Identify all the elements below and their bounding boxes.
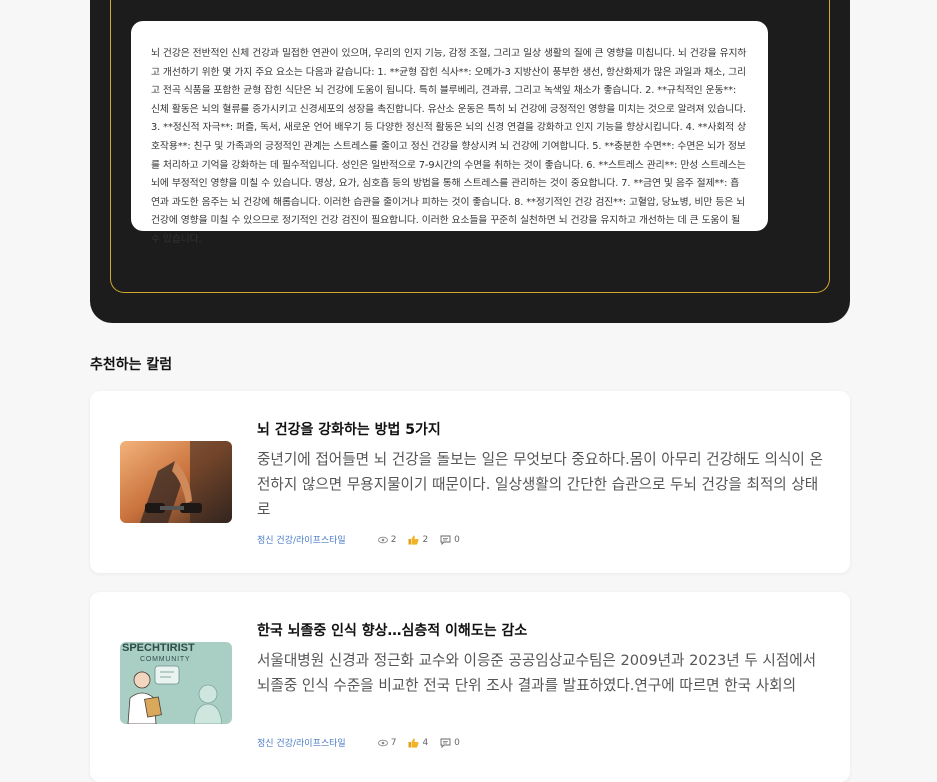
comments-stat[interactable]: 0 (440, 738, 460, 748)
answer-box: 뇌 건강은 전반적인 신체 건강과 밀접한 연관이 있으며, 우리의 인지 기능… (131, 21, 768, 245)
thumb-text-sub: COMMUNITY (140, 656, 190, 663)
thumb-text-title: SPECHTIRIST (122, 642, 195, 654)
category-link[interactable]: 정신 건강/라이프스타일 (257, 533, 346, 546)
column-thumbnail[interactable] (120, 441, 232, 523)
views-stat: 7 (377, 737, 397, 748)
likes-stat[interactable]: 4 (408, 738, 428, 748)
answer-frame: 뇌 건강은 전반적인 신체 건강과 밀접한 연관이 있으며, 우리의 인지 기능… (110, 0, 830, 293)
comments-stat[interactable]: 0 (440, 535, 460, 545)
eye-icon (377, 739, 388, 746)
column-meta: 정신 건강/라이프스타일 7 4 0 (257, 736, 472, 750)
column-description: 서울대병원 신경과 정근화 교수와 이응준 공공임상교수팀은 2009년과 20… (257, 652, 817, 694)
likes-count: 4 (422, 737, 429, 748)
recommended-section-title: 추천하는 칼럼 (90, 357, 173, 373)
comments-count: 0 (454, 534, 460, 545)
views-stat: 2 (377, 534, 397, 545)
category-link[interactable]: 정신 건강/라이프스타일 (257, 736, 346, 749)
column-meta: 정신 건강/라이프스타일 2 2 0 (257, 533, 472, 547)
speech-therapist-illustration: SPECHTIRIST COMMUNITY (120, 642, 232, 724)
column-card[interactable]: SPECHTIRIST COMMUNITY 한국 뇌졸중 인식 향상…심층적 이… (90, 592, 850, 782)
views-count: 2 (390, 534, 397, 545)
likes-stat[interactable]: 2 (408, 535, 428, 545)
comment-icon (440, 738, 451, 748)
views-count: 7 (390, 737, 397, 748)
column-card[interactable]: 뇌 건강을 강화하는 방법 5가지 중년기에 접어들면 뇌 건강을 돌보는 일은… (90, 391, 850, 573)
ai-answer-panel: 뇌 건강은 전반적인 신체 건강과 밀접한 연관이 있으며, 우리의 인지 기능… (90, 0, 850, 323)
thumbs-up-icon (408, 738, 419, 748)
comment-icon (440, 535, 451, 545)
comments-count: 0 (454, 737, 460, 748)
column-description: 중년기에 접어들면 뇌 건강을 돌보는 일은 무엇보다 중요하다.몸이 아무리 … (257, 451, 823, 518)
column-title[interactable]: 한국 뇌졸중 인식 향상…심층적 이해도는 감소 (257, 620, 527, 640)
dumbbell-workout-image (120, 441, 232, 523)
thumbs-up-icon (408, 535, 419, 545)
eye-icon (377, 536, 388, 543)
column-thumbnail[interactable]: SPECHTIRIST COMMUNITY (120, 642, 232, 724)
likes-count: 2 (422, 534, 429, 545)
answer-text: 뇌 건강은 전반적인 신체 건강과 밀접한 연관이 있으며, 우리의 인지 기능… (151, 48, 747, 245)
column-title[interactable]: 뇌 건강을 강화하는 방법 5가지 (257, 419, 441, 439)
